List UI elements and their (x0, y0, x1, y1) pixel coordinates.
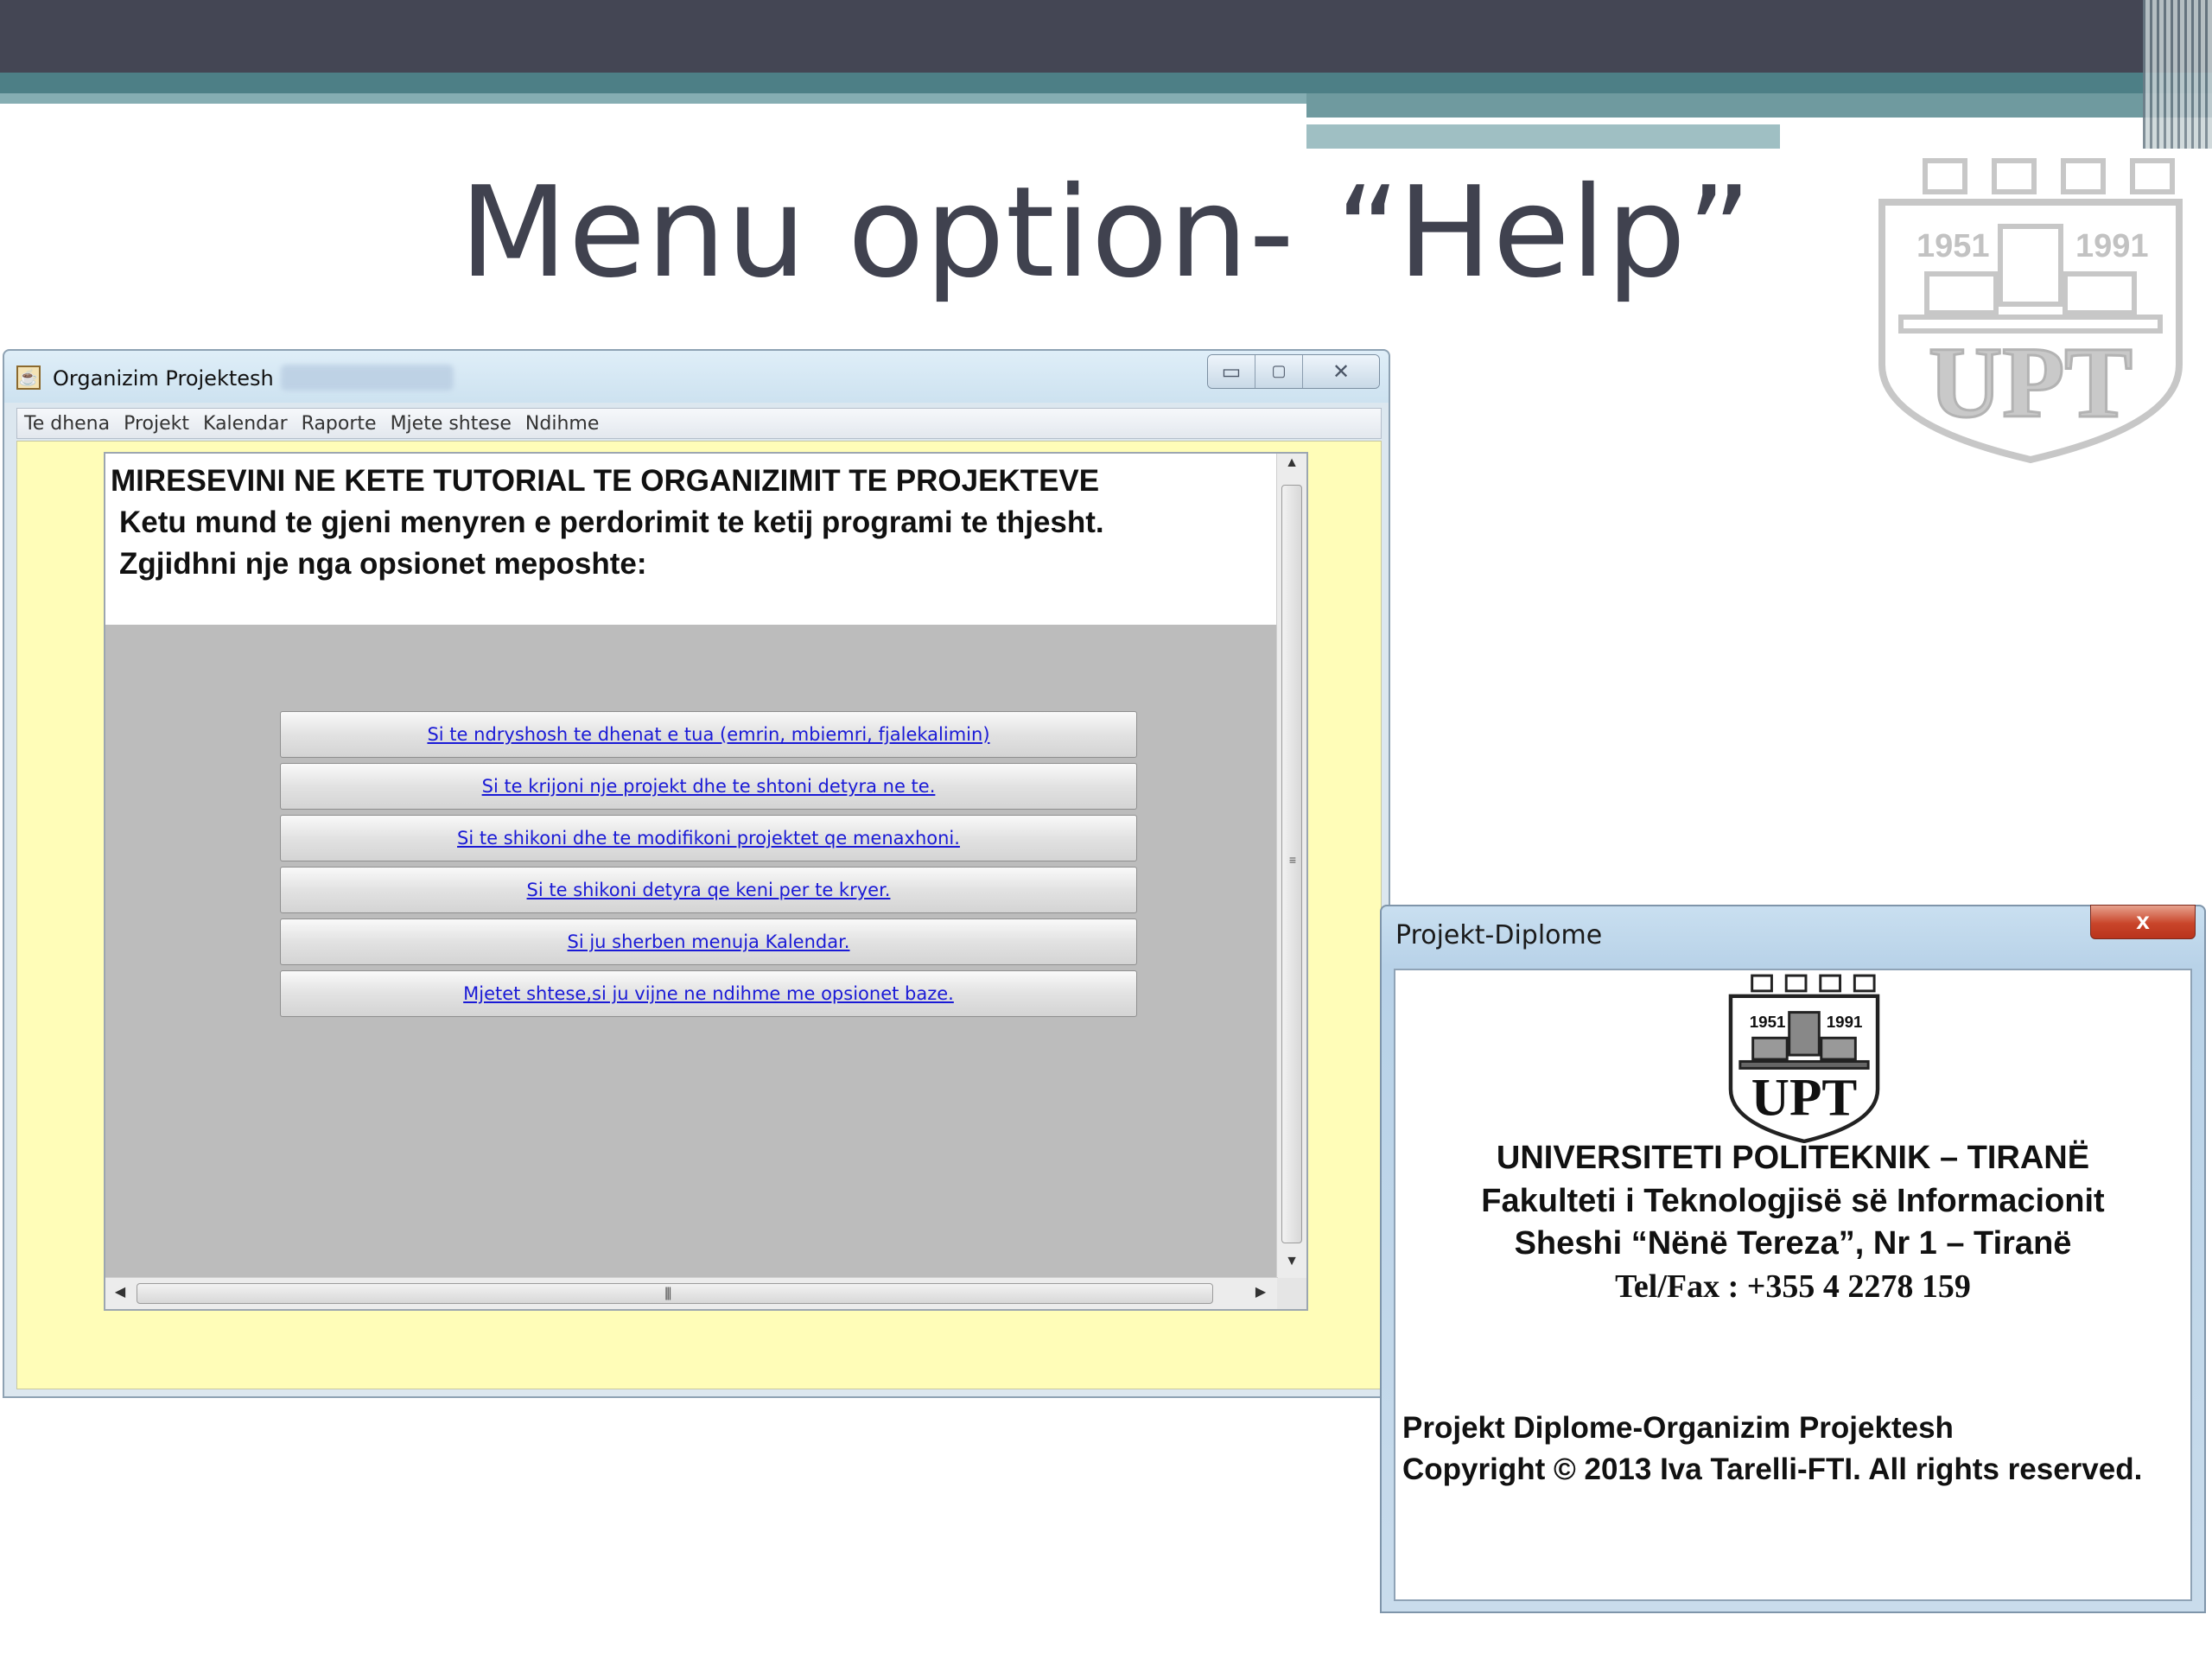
logo-year-right: 1991 (1827, 1013, 1863, 1031)
main-window-title: Organizim Projektesh (53, 366, 274, 391)
close-button[interactable]: ✕ (1303, 355, 1379, 388)
slide-accent-stripe (1306, 93, 2212, 118)
university-address: Sheshi “Nënë Tereza”, Nr 1 – Tiranë (1514, 1225, 2072, 1262)
about-dialog-title: Projekt-Diplome (1395, 920, 1603, 950)
about-close-button[interactable]: x (2090, 905, 2196, 939)
help-link-button[interactable]: Si te krijoni nje projekt dhe te shtoni … (280, 763, 1137, 810)
horizontal-scrollbar[interactable]: ◀ ||| ▶ (105, 1277, 1278, 1309)
maximize-icon: ▢ (1271, 362, 1287, 379)
help-link-button[interactable]: Si te shikoni detyra qe keni per te krye… (280, 867, 1137, 913)
help-link-list: Si te ndryshosh te dhenat e tua (emrin, … (280, 711, 1137, 1022)
university-phone: Tel/Fax : +355 4 2278 159 (1615, 1268, 1971, 1305)
scroll-up-icon[interactable]: ▲ (1277, 455, 1306, 481)
upt-logo: 1951 1991 UPT (1727, 974, 1881, 1143)
help-link-change-data[interactable]: Si te ndryshosh te dhenat e tua (emrin, … (427, 724, 989, 745)
scroll-right-icon[interactable]: ▶ (1248, 1283, 1274, 1300)
faculty-name: Fakulteti i Teknologjisë së Informacioni… (1481, 1183, 2105, 1219)
logo-text: UPT (1751, 1068, 1858, 1127)
menu-raporte[interactable]: Raporte (302, 413, 377, 435)
blurred-tab (281, 365, 454, 391)
minimize-icon: ▭ (1221, 360, 1242, 384)
scroll-corner (1277, 1278, 1306, 1309)
scroll-left-icon[interactable]: ◀ (107, 1283, 133, 1300)
logo-year-left: 1951 (1750, 1013, 1786, 1031)
menu-kalendar[interactable]: Kalendar (203, 413, 288, 435)
help-link-calendar[interactable]: Si ju sherben menuja Kalendar. (568, 931, 850, 952)
menu-bar: Te dhena Projekt Kalendar Raporte Mjete … (16, 408, 1382, 439)
help-link-button[interactable]: Si te ndryshosh te dhenat e tua (emrin, … (280, 711, 1137, 758)
window-caption-buttons: ▭ ▢ ✕ (1207, 354, 1380, 389)
menu-ndihme[interactable]: Ndihme (525, 413, 599, 435)
vertical-scroll-thumb[interactable]: ≡ (1281, 485, 1302, 1243)
slide-accent-stripe (1306, 124, 1780, 149)
menu-mjete-shtese[interactable]: Mjete shtese (391, 413, 512, 435)
scroll-down-icon[interactable]: ▼ (1277, 1254, 1306, 1280)
help-intro-line-1: Ketu mund te gjeni menyren e perdorimit … (119, 505, 1104, 539)
close-icon: ✕ (1332, 360, 1351, 384)
close-icon: x (2136, 907, 2150, 934)
help-link-create-project[interactable]: Si te krijoni nje projekt dhe te shtoni … (482, 776, 936, 797)
logo-year-right: 1991 (2075, 228, 2149, 264)
slide-edge-lines (2143, 0, 2212, 149)
vertical-scrollbar[interactable]: ▲ ≡ ▼ (1276, 454, 1306, 1280)
horizontal-scroll-thumb[interactable]: ||| (137, 1283, 1213, 1304)
menu-projekt[interactable]: Projekt (124, 413, 189, 435)
help-link-button[interactable]: Si ju sherben menuja Kalendar. (280, 918, 1137, 965)
slide-accent-gap (1306, 118, 2050, 124)
main-window: ☕ Organizim Projektesh ▭ ▢ ✕ Te dhena Pr… (3, 349, 1390, 1398)
main-window-titlebar[interactable]: ☕ Organizim Projektesh ▭ ▢ ✕ (4, 351, 1389, 404)
grip-icon: ||| (664, 1286, 672, 1300)
maximize-button[interactable]: ▢ (1255, 355, 1303, 388)
slide-header-band (0, 0, 2212, 73)
help-link-view-projects[interactable]: Si te shikoni dhe te modifikoni projekte… (457, 828, 960, 849)
help-intro-line-2: Zgjidhni nje nga opsionet meposhte: (119, 547, 647, 581)
help-heading: MIRESEVINI NE KETE TUTORIAL TE ORGANIZIM… (111, 464, 1100, 498)
project-name: Projekt Diplome-Organizim Projektesh (1402, 1411, 1954, 1445)
window-client-area: MIRESEVINI NE KETE TUTORIAL TE ORGANIZIM… (16, 441, 1382, 1389)
logo-year-left: 1951 (1916, 228, 1990, 264)
about-dialog-body: 1951 1991 UPT UNIVERSITETI POLITEKNIK – … (1394, 969, 2192, 1601)
university-name: UNIVERSITETI POLITEKNIK – TIRANË (1496, 1140, 2090, 1176)
grip-icon: ≡ (1288, 853, 1297, 867)
about-dialog: Projekt-Diplome x 1951 1991 UPT UNIVERSI… (1380, 905, 2206, 1613)
help-link-extra-tools[interactable]: Mjetet shtese,si ju vijne ne ndihme me o… (463, 983, 954, 1004)
copyright-notice: Copyright © 2013 Iva Tarelli-FTI. All ri… (1402, 1452, 2143, 1486)
help-link-button[interactable]: Si te shikoni dhe te modifikoni projekte… (280, 815, 1137, 861)
help-scroll-pane: MIRESEVINI NE KETE TUTORIAL TE ORGANIZIM… (104, 452, 1308, 1311)
menu-te-dhena[interactable]: Te dhena (24, 413, 110, 435)
slide-accent-stripe (0, 73, 2212, 93)
help-link-view-tasks[interactable]: Si te shikoni detyra qe keni per te krye… (527, 880, 891, 900)
help-link-button[interactable]: Mjetet shtese,si ju vijne ne ndihme me o… (280, 970, 1137, 1017)
java-app-icon: ☕ (16, 365, 41, 390)
slide-accent-stripe (0, 93, 1306, 104)
upt-logo: 1951 1991 UPT (1875, 157, 2186, 465)
help-intro: MIRESEVINI NE KETE TUTORIAL TE ORGANIZIM… (105, 454, 1278, 625)
minimize-button[interactable]: ▭ (1208, 355, 1255, 388)
logo-text: UPT (1929, 326, 2133, 439)
